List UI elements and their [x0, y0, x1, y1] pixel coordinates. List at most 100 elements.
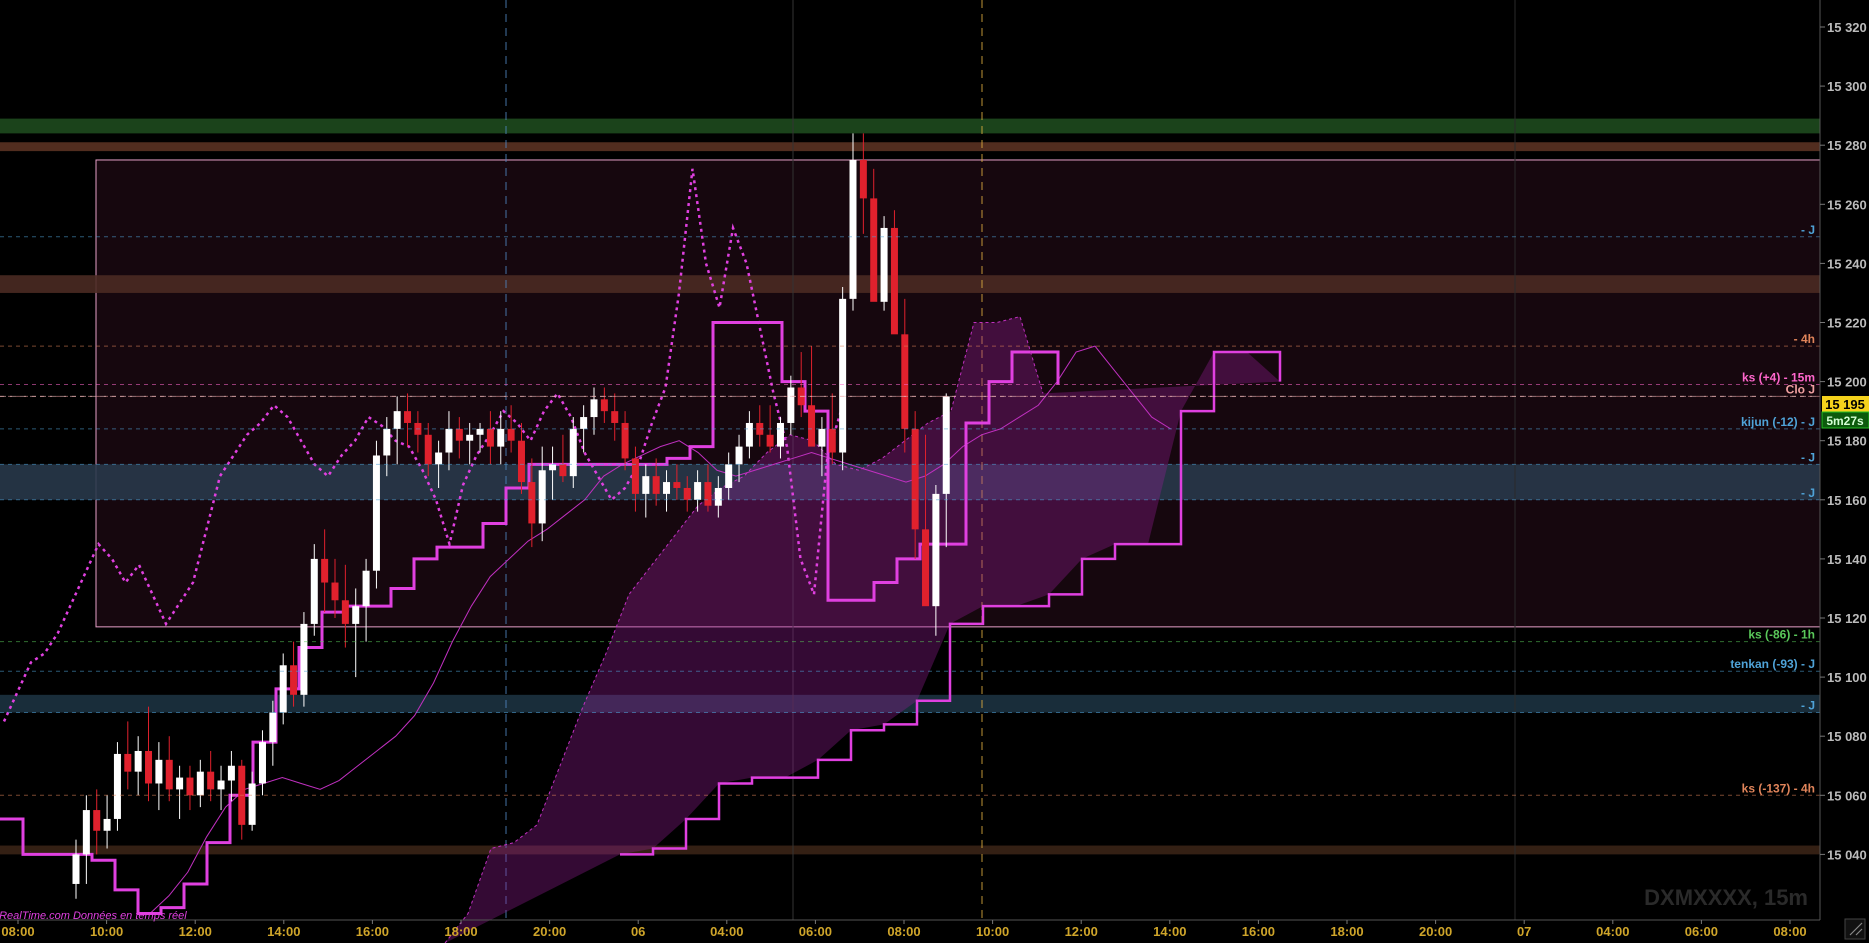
- candle-body-29: [372, 455, 380, 571]
- candle-body-15: [227, 765, 235, 781]
- candle-body-30: [383, 428, 391, 456]
- candle-body-53: [621, 422, 629, 459]
- level-label-1: - 4h: [1794, 332, 1815, 346]
- candle-body-59: [683, 487, 691, 500]
- price-tick-label-11: 15 100: [1827, 670, 1867, 685]
- candle-body-12: [196, 771, 204, 796]
- time-tick-label-6: 20:00: [533, 924, 566, 939]
- level-label-4: kijun (-12) - J: [1741, 415, 1815, 429]
- candle-body-18: [258, 742, 266, 784]
- time-tick-label-10: 08:00: [887, 924, 920, 939]
- time-tick-label-13: 14:00: [1153, 924, 1186, 939]
- level-label-9: - J: [1801, 699, 1815, 713]
- price-tick-label-6: 15 200: [1827, 375, 1867, 390]
- candle-body-27: [352, 606, 360, 624]
- candle-body-14: [217, 780, 225, 790]
- time-tick-label-7: 06: [631, 924, 645, 939]
- price-tick-label-14: 15 040: [1827, 847, 1867, 862]
- candle-body-78: [880, 227, 888, 302]
- candle-body-17: [248, 783, 256, 825]
- level-label-6: - J: [1801, 486, 1815, 500]
- price-tick-label-9: 15 140: [1827, 552, 1867, 567]
- price-tick-label-5: 15 220: [1827, 316, 1867, 331]
- candle-body-83: [932, 493, 940, 607]
- candle-body-6: [134, 750, 142, 772]
- countdown-label: 5m27s: [1826, 414, 1864, 428]
- candle-body-4: [113, 753, 121, 819]
- candle-body-49: [580, 417, 588, 429]
- candle-body-11: [186, 777, 194, 796]
- time-tick-label-12: 12:00: [1065, 924, 1098, 939]
- candle-body-80: [901, 334, 909, 429]
- candle-body-24: [321, 558, 329, 583]
- price-tick-label-12: 15 080: [1827, 729, 1867, 744]
- time-tick-label-4: 16:00: [356, 924, 389, 939]
- candle-body-2: [93, 810, 101, 831]
- price-tick-label-1: 15 300: [1827, 79, 1867, 94]
- candle-body-36: [445, 428, 453, 453]
- price-tick-label-8: 15 160: [1827, 493, 1867, 508]
- candle-body-52: [611, 411, 619, 423]
- candle-body-56: [652, 476, 660, 494]
- candle-body-48: [569, 428, 577, 477]
- price-tick-label-2: 15 280: [1827, 138, 1867, 153]
- candle-body-45: [538, 470, 546, 524]
- candle-body-9: [165, 759, 173, 790]
- level-label-10: ks (-137) - 4h: [1742, 781, 1815, 795]
- candle-body-47: [559, 464, 567, 477]
- zone-band-5: [0, 845, 1820, 855]
- time-tick-label-5: 18:00: [444, 924, 477, 939]
- chart[interactable]: - J- 4hks (+4) - 15mClo Jkijun (-12) - J…: [0, 0, 1869, 943]
- candle-body-43: [517, 440, 525, 483]
- candle-body-22: [300, 623, 308, 695]
- candle-body-10: [176, 777, 184, 790]
- candle-body-32: [404, 411, 412, 423]
- candle-body-38: [466, 434, 474, 441]
- time-tick-label-18: 04:00: [1596, 924, 1629, 939]
- time-tick-label-17: 07: [1517, 924, 1531, 939]
- candle-body-25: [331, 582, 339, 601]
- time-tick-label-15: 18:00: [1330, 924, 1363, 939]
- level-label-5: - J: [1801, 450, 1815, 464]
- candle-body-82: [922, 529, 930, 607]
- candle-body-44: [528, 482, 536, 524]
- time-tick-label-1: 10:00: [90, 924, 123, 939]
- candle-body-0: [72, 854, 80, 884]
- candle-body-69: [787, 387, 795, 423]
- candle-body-75: [849, 159, 857, 299]
- candle-body-19: [269, 712, 277, 743]
- footer-credit: ProRealTime.com Données en temps réel: [0, 910, 187, 922]
- time-tick-label-2: 12:00: [179, 924, 212, 939]
- candle-body-3: [103, 818, 111, 831]
- candle-body-35: [435, 452, 443, 465]
- time-tick-label-3: 14:00: [267, 924, 300, 939]
- time-tick-label-20: 08:00: [1773, 924, 1806, 939]
- candle-body-21: [290, 665, 298, 695]
- price-tick-label-0: 15 320: [1827, 20, 1867, 35]
- time-tick-label-8: 04:00: [710, 924, 743, 939]
- candle-body-79: [890, 227, 898, 335]
- candle-body-46: [549, 464, 557, 471]
- candle-body-71: [808, 405, 816, 447]
- candle-body-65: [745, 422, 753, 447]
- candle-body-76: [859, 159, 867, 199]
- candle-body-60: [694, 482, 702, 500]
- candle-body-77: [870, 198, 878, 302]
- level-label-8: tenkan (-93) - J: [1730, 657, 1815, 671]
- time-tick-label-11: 10:00: [976, 924, 1009, 939]
- candle-body-23: [310, 558, 318, 624]
- level-label-3: Clo J: [1786, 382, 1815, 396]
- candle-body-68: [776, 422, 784, 447]
- level-label-0: - J: [1801, 223, 1815, 237]
- time-tick-label-16: 20:00: [1419, 924, 1452, 939]
- candle-body-1: [82, 810, 90, 855]
- candle-body-50: [590, 399, 598, 418]
- candle-body-31: [393, 411, 401, 429]
- candle-body-41: [497, 428, 505, 447]
- symbol-watermark: DXMXXXX, 15m: [1644, 885, 1808, 910]
- current-price-label: 15 195: [1825, 397, 1865, 412]
- candle-body-55: [642, 476, 650, 494]
- candle-body-74: [839, 298, 847, 453]
- candle-body-72: [818, 428, 826, 447]
- zone-band-1: [0, 142, 1820, 152]
